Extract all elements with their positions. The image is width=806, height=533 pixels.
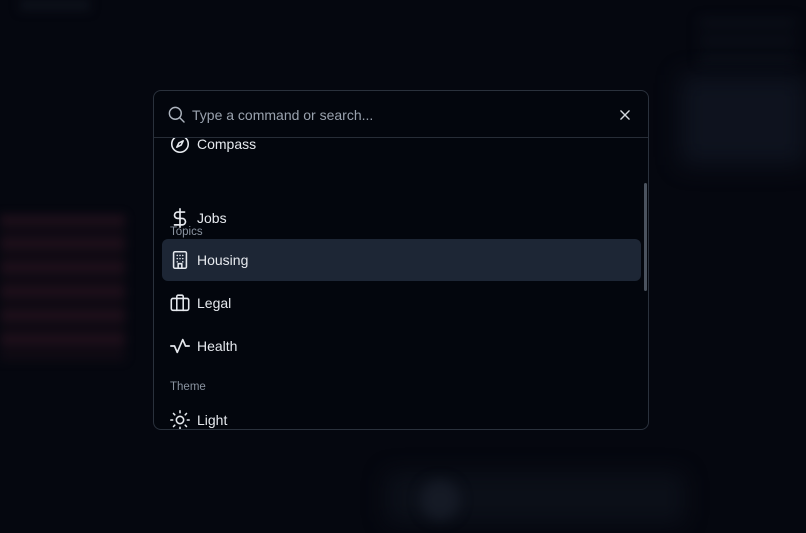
command-item-label: Health — [197, 338, 238, 354]
blurred-background-element — [700, 20, 795, 70]
close-button[interactable] — [615, 105, 635, 125]
command-item-label: Compass — [197, 138, 257, 152]
search-input[interactable] — [192, 103, 602, 127]
command-item-compass[interactable]: Compass — [162, 138, 641, 165]
sun-icon — [169, 409, 191, 429]
blurred-background-element — [20, 0, 90, 10]
command-item-jobs[interactable]: Jobs — [162, 197, 641, 239]
command-item-light[interactable]: Light — [162, 399, 641, 429]
command-item-housing[interactable]: Housing — [162, 239, 641, 281]
search-row — [154, 91, 648, 138]
command-item-label: Legal — [197, 295, 232, 311]
dollar-icon — [169, 207, 191, 229]
command-item-label: Housing — [197, 252, 249, 268]
compass-icon — [169, 138, 191, 155]
briefcase-icon — [169, 292, 191, 314]
activity-icon — [169, 335, 191, 357]
command-item-health[interactable]: Health — [162, 325, 641, 367]
command-item-label: Light — [197, 412, 228, 428]
command-list[interactable]: Compass Topics Jobs Housing Legal Health… — [154, 138, 648, 429]
blurred-background-element — [680, 75, 806, 165]
close-icon — [618, 108, 632, 122]
blurred-background-element — [420, 480, 460, 520]
command-item-label: Jobs — [197, 210, 227, 226]
command-item-legal[interactable]: Legal — [162, 282, 641, 324]
command-palette: Compass Topics Jobs — [153, 90, 649, 430]
group-heading-theme: Theme — [170, 381, 206, 393]
building-icon — [169, 249, 191, 271]
blurred-background-element — [0, 215, 125, 360]
scrollbar[interactable] — [643, 138, 648, 429]
search-icon — [167, 105, 186, 124]
scrollbar-thumb[interactable] — [644, 183, 647, 291]
